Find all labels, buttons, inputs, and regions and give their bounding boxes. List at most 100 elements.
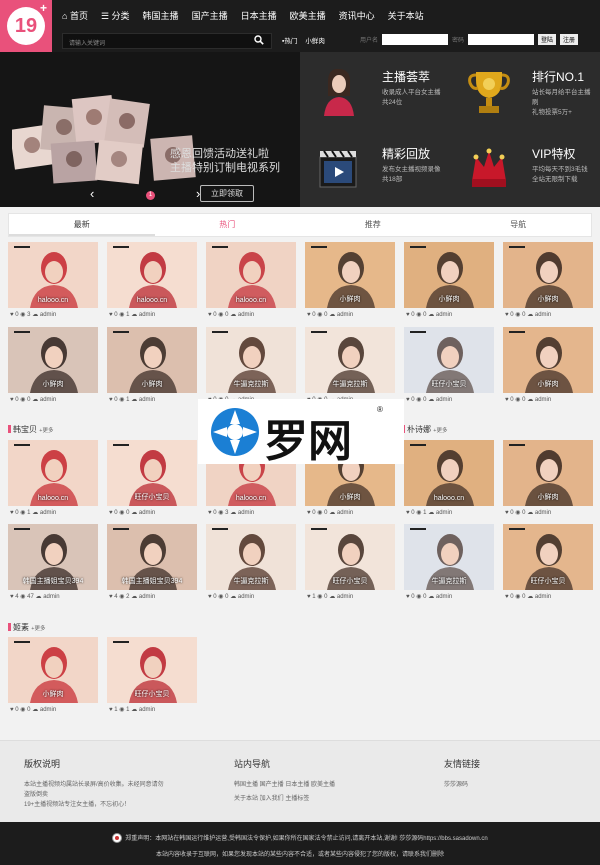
card-thumbnail[interactable]: 小鲜肉: [503, 327, 593, 393]
tab-recommend[interactable]: 推荐: [300, 214, 446, 236]
card-thumbnail[interactable]: 牛逼克拉斯: [206, 327, 296, 393]
tab-latest[interactable]: 最新: [9, 214, 155, 236]
heart-icon[interactable]: ♥: [505, 510, 509, 516]
heart-icon[interactable]: ♥: [10, 312, 14, 318]
card-thumbnail[interactable]: halooo.cn: [8, 440, 98, 506]
heart-icon[interactable]: ♥: [406, 312, 410, 318]
nav-category[interactable]: ☰ 分类: [101, 9, 130, 22]
card-author[interactable]: admin: [238, 312, 254, 318]
card-thumbnail[interactable]: halooo.cn: [404, 440, 494, 506]
more-link[interactable]: +更多: [39, 428, 53, 434]
video-card[interactable]: 小鲜肉 ♥ 0 ◉ 1 ☁ admin: [107, 327, 197, 407]
card-author[interactable]: admin: [139, 594, 155, 600]
card-author[interactable]: admin: [337, 312, 353, 318]
card-author[interactable]: admin: [535, 397, 551, 403]
heart-icon[interactable]: ♥: [307, 594, 311, 600]
heart-icon[interactable]: ♥: [208, 312, 212, 318]
heart-icon[interactable]: ♥: [10, 397, 14, 403]
card-author[interactable]: admin: [535, 510, 551, 516]
heart-icon[interactable]: ♥: [109, 510, 113, 516]
card-thumbnail[interactable]: 小鲜肉: [305, 242, 395, 308]
card-thumbnail[interactable]: 旺仔小宝贝: [503, 524, 593, 590]
heart-icon[interactable]: ♥: [109, 707, 113, 713]
card-author[interactable]: admin: [139, 312, 155, 318]
card-author[interactable]: admin: [139, 707, 155, 713]
banner-slider[interactable]: 感恩回馈活动送礼啦 主播特别订制电视系列 立即领取: [0, 52, 300, 207]
heart-icon[interactable]: ♥: [505, 312, 509, 318]
video-card[interactable]: 旺仔小宝贝 ♥ 1 ◉ 1 ☁ admin: [107, 637, 197, 717]
heart-icon[interactable]: ♥: [109, 397, 113, 403]
heart-icon[interactable]: ♥: [307, 312, 311, 318]
card-thumbnail[interactable]: 小鲜肉: [503, 440, 593, 506]
card-thumbnail[interactable]: halooo.cn: [107, 242, 197, 308]
heart-icon[interactable]: ♥: [208, 594, 212, 600]
search-icon[interactable]: [254, 35, 264, 45]
heart-icon[interactable]: ♥: [505, 397, 509, 403]
card-thumbnail[interactable]: 韩国主播姐宝贝394: [107, 524, 197, 590]
username-field[interactable]: [382, 34, 449, 45]
nav-home[interactable]: ⌂ 首页: [62, 9, 88, 22]
search-input[interactable]: 请输入关键词: [62, 33, 272, 49]
card-author[interactable]: admin: [436, 312, 452, 318]
card-author[interactable]: admin: [40, 510, 56, 516]
video-card[interactable]: halooo.cn ♥ 0 ◉ 1 ☁ admin: [8, 440, 98, 520]
card-thumbnail[interactable]: 牛逼克拉斯: [305, 327, 395, 393]
more-link[interactable]: +更多: [31, 626, 45, 632]
video-card[interactable]: 牛逼克拉斯 ♥ 0 ◉ 0 ☁ admin: [206, 524, 296, 604]
card-author[interactable]: admin: [337, 510, 353, 516]
video-card[interactable]: 韩国主播姐宝贝394 ♥ 4 ◉ 47 ☁ admin: [8, 524, 98, 604]
feature-ranking[interactable]: 排行NO.1 站长每月给平台主播刷 礼物投票5万+: [450, 52, 600, 129]
card-thumbnail[interactable]: halooo.cn: [206, 242, 296, 308]
video-card[interactable]: 小鲜肉 ♥ 0 ◉ 0 ☁ admin: [503, 440, 593, 520]
heart-icon[interactable]: ♥: [406, 594, 410, 600]
banner-prev-arrow[interactable]: ‹: [90, 186, 94, 201]
card-thumbnail[interactable]: 韩国主播姐宝贝394: [8, 524, 98, 590]
card-thumbnail[interactable]: 小鲜肉: [404, 242, 494, 308]
video-card[interactable]: 旺仔小宝贝 ♥ 0 ◉ 0 ☁ admin: [107, 440, 197, 520]
card-thumbnail[interactable]: 小鲜肉: [503, 242, 593, 308]
card-author[interactable]: admin: [436, 510, 452, 516]
card-author[interactable]: admin: [40, 397, 56, 403]
nav-korea[interactable]: 韩国主播: [143, 9, 179, 22]
tab-nav[interactable]: 导航: [446, 214, 592, 236]
video-card[interactable]: halooo.cn ♥ 0 ◉ 0 ☁ admin: [206, 242, 296, 322]
card-author[interactable]: admin: [337, 594, 353, 600]
heart-icon[interactable]: ♥: [10, 510, 14, 516]
card-author[interactable]: admin: [535, 594, 551, 600]
login-button[interactable]: 登陆: [538, 34, 557, 45]
card-author[interactable]: admin: [238, 510, 254, 516]
more-link[interactable]: +更多: [433, 428, 447, 434]
video-card[interactable]: halooo.cn ♥ 0 ◉ 1 ☁ admin: [404, 440, 494, 520]
site-logo[interactable]: 19 +: [0, 0, 52, 52]
nav-china[interactable]: 国产主播: [192, 9, 228, 22]
card-thumbnail[interactable]: 旺仔小宝贝: [305, 524, 395, 590]
nav-news[interactable]: 资讯中心: [339, 9, 375, 22]
video-card[interactable]: halooo.cn ♥ 0 ◉ 1 ☁ admin: [107, 242, 197, 322]
heart-icon[interactable]: ♥: [109, 594, 113, 600]
video-card[interactable]: 旺仔小宝贝 ♥ 0 ◉ 0 ☁ admin: [503, 524, 593, 604]
card-thumbnail[interactable]: 小鲜肉: [8, 327, 98, 393]
video-card[interactable]: 小鲜肉 ♥ 0 ◉ 0 ☁ admin: [503, 327, 593, 407]
card-author[interactable]: admin: [436, 594, 452, 600]
tab-hot[interactable]: 热门: [155, 214, 301, 236]
card-author[interactable]: admin: [436, 397, 452, 403]
card-thumbnail[interactable]: halooo.cn: [8, 242, 98, 308]
video-card[interactable]: 旺仔小宝贝 ♥ 1 ◉ 0 ☁ admin: [305, 524, 395, 604]
password-field[interactable]: [468, 34, 535, 45]
feature-vip[interactable]: VIP特权 平均每天不到3毛钱 全站无限制下载: [450, 129, 600, 206]
banner-page-dot[interactable]: 1: [146, 191, 155, 200]
heart-icon[interactable]: ♥: [406, 510, 410, 516]
heart-icon[interactable]: ♥: [10, 594, 14, 600]
heart-icon[interactable]: ♥: [307, 510, 311, 516]
promo-claim-button[interactable]: 立即领取: [200, 185, 254, 202]
card-author[interactable]: admin: [43, 594, 59, 600]
feature-anchors[interactable]: 主播荟萃 收录成人平台女主播 共24位: [300, 52, 450, 129]
card-thumbnail[interactable]: 旺仔小宝贝: [107, 637, 197, 703]
video-card[interactable]: 韩国主播姐宝贝394 ♥ 4 ◉ 2 ☁ admin: [107, 524, 197, 604]
heart-icon[interactable]: ♥: [109, 312, 113, 318]
nav-japan[interactable]: 日本主播: [241, 9, 277, 22]
heart-icon[interactable]: ♥: [406, 397, 410, 403]
card-author[interactable]: admin: [535, 312, 551, 318]
heart-icon[interactable]: ♥: [505, 594, 509, 600]
video-card[interactable]: 小鲜肉 ♥ 0 ◉ 0 ☁ admin: [8, 637, 98, 717]
